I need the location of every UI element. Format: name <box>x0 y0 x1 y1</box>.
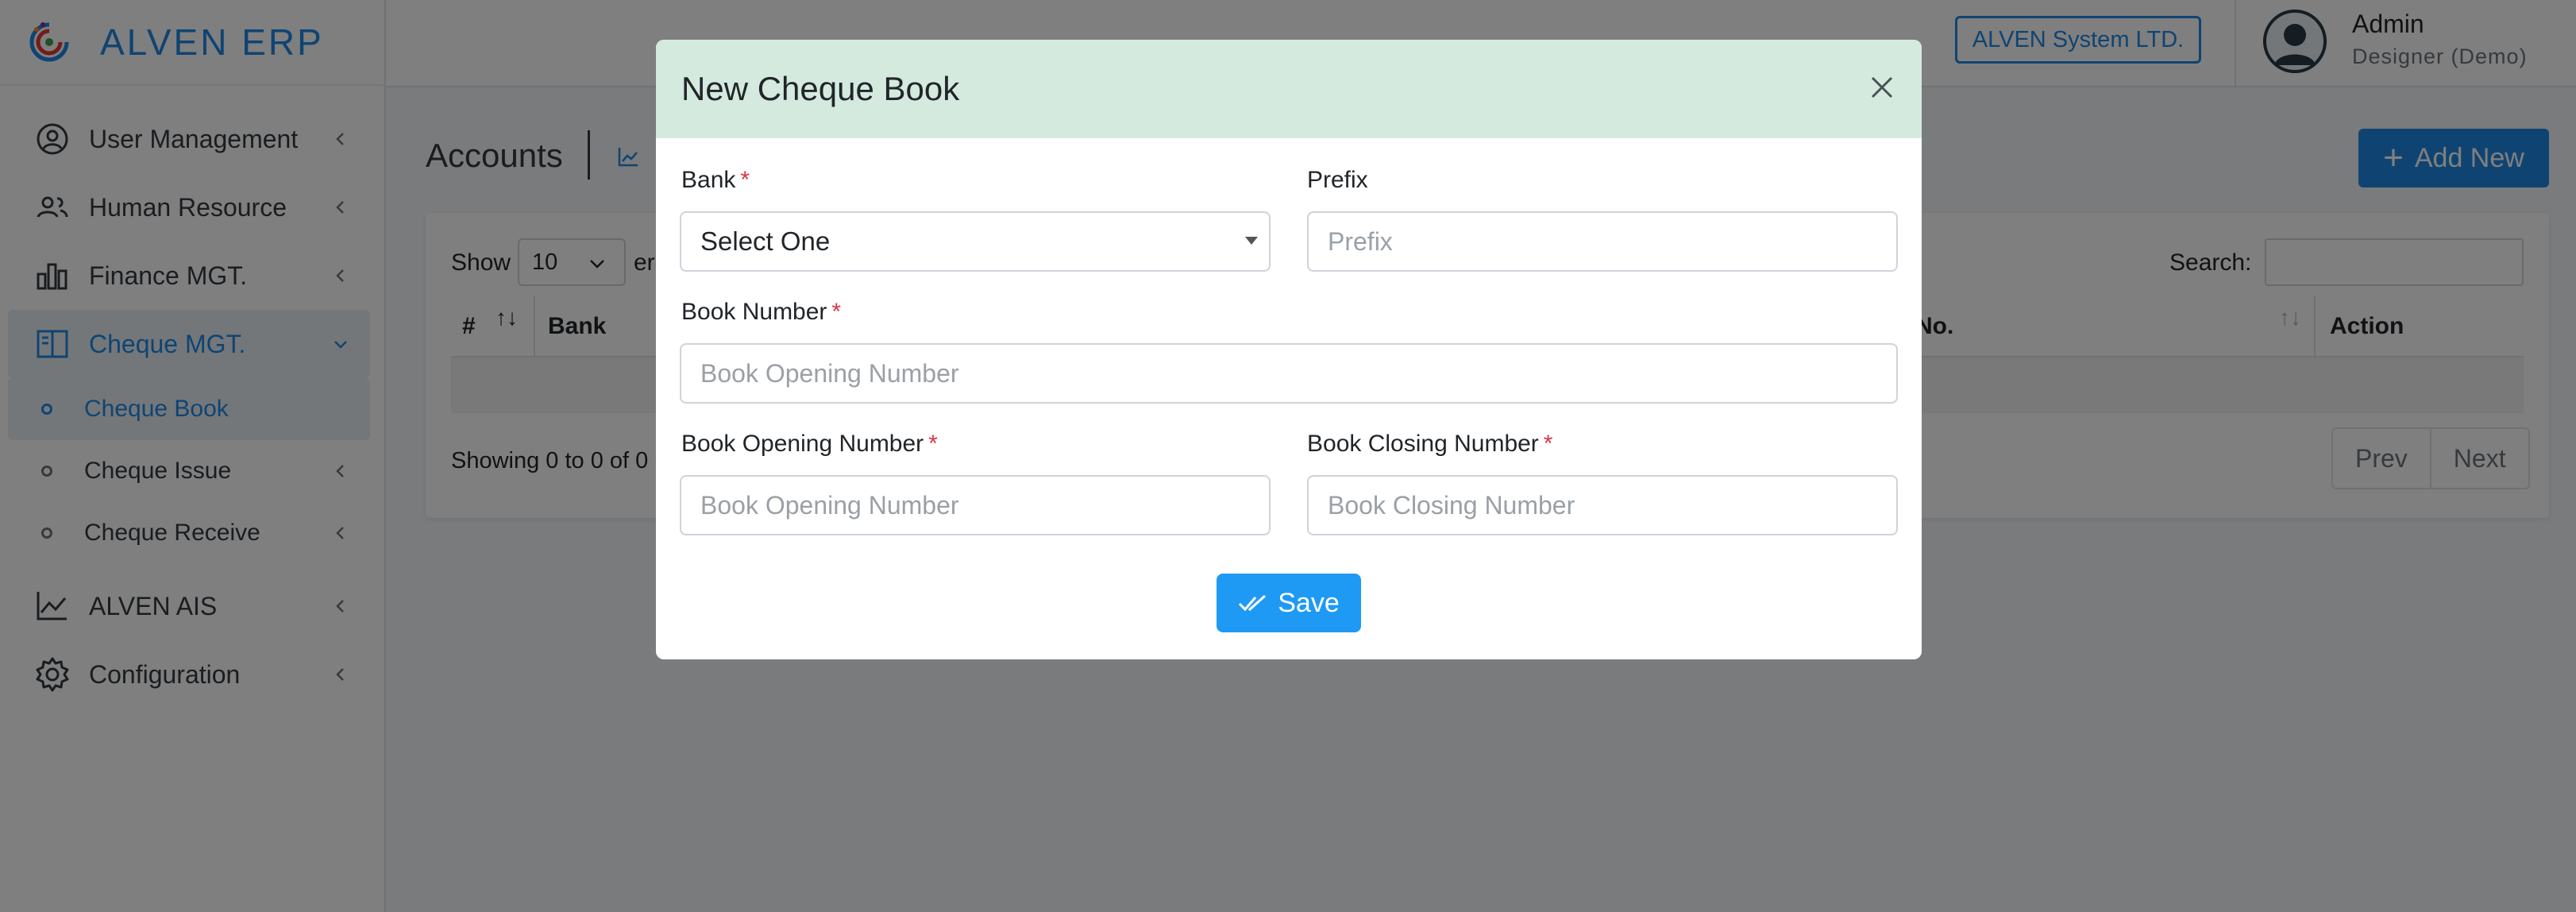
prefix-label: Prefix <box>1307 167 1368 194</box>
book-opening-number-input[interactable] <box>680 475 1271 535</box>
bank-select-value: Select One <box>700 226 831 256</box>
modal-header: New Cheque Book <box>656 40 1922 138</box>
modal-title: New Cheque Book <box>681 70 960 107</box>
caret-down-icon <box>1245 237 1258 245</box>
book-closing-number-label-text: Book Closing Number <box>1307 431 1539 457</box>
book-closing-number-label: Book Closing Number * <box>1307 431 1552 458</box>
required-mark: * <box>831 299 842 325</box>
required-mark: * <box>1543 431 1553 457</box>
prefix-input[interactable] <box>1307 211 1898 272</box>
bank-label: Bank * <box>681 167 750 194</box>
save-label: Save <box>1278 587 1340 618</box>
required-mark: * <box>928 431 938 457</box>
prefix-label-text: Prefix <box>1307 167 1368 193</box>
book-number-label-text: Book Number <box>681 299 827 325</box>
book-number-input[interactable] <box>680 343 1898 404</box>
save-button[interactable]: Save <box>1217 574 1361 632</box>
book-opening-number-label-text: Book Opening Number <box>681 431 924 457</box>
required-mark: * <box>740 167 750 193</box>
bank-label-text: Bank <box>681 167 736 193</box>
book-number-label: Book Number * <box>681 299 841 326</box>
book-closing-number-input[interactable] <box>1307 475 1898 535</box>
new-cheque-book-modal: New Cheque Book Bank * Select One Prefix … <box>656 40 1922 659</box>
close-icon[interactable] <box>1866 71 1898 103</box>
bank-select[interactable]: Select One <box>680 211 1271 272</box>
book-opening-number-label: Book Opening Number * <box>681 431 938 458</box>
double-check-icon <box>1239 594 1267 612</box>
